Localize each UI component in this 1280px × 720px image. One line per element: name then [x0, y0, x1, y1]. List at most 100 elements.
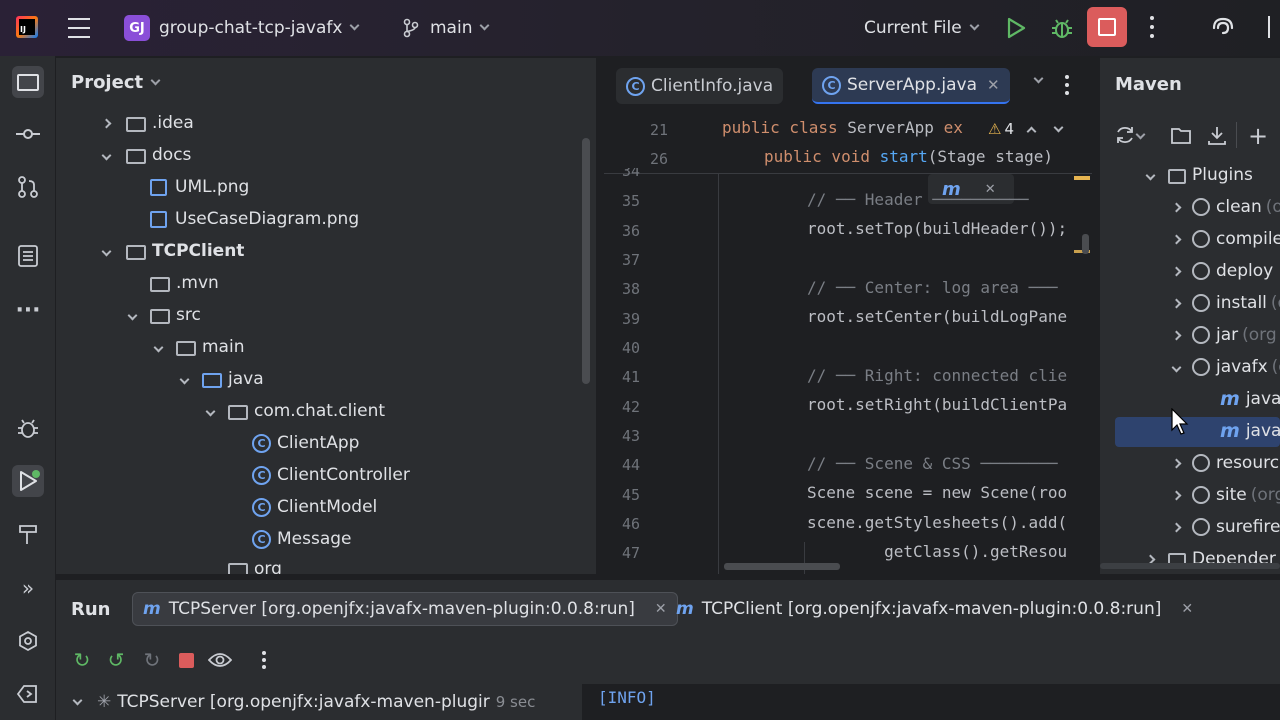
maven-item-jar[interactable]: jar (org	[1168, 319, 1277, 351]
tree-item-message[interactable]: C Message	[252, 523, 352, 555]
project-avatar: GJ	[124, 15, 150, 41]
chevron-down-icon	[98, 235, 114, 267]
tree-item-idea[interactable]: .idea	[98, 107, 194, 139]
structure-icon[interactable]	[12, 240, 44, 272]
close-icon[interactable]: ✕	[655, 601, 667, 617]
maven-item-javafx[interactable]: javafx (o	[1168, 351, 1280, 383]
tree-item-mvn[interactable]: .mvn	[150, 267, 219, 299]
code-line[interactable]: Scene scene = new Scene(roo	[807, 483, 1092, 502]
maven-goal-javafx-1[interactable]: m javaf	[1220, 383, 1280, 415]
project-selector[interactable]: GJ group-chat-tcp-javafx	[124, 0, 360, 56]
tree-item-clientmodel[interactable]: C ClientModel	[252, 491, 377, 523]
close-icon[interactable]: ✕	[987, 76, 1000, 94]
run-more-icon[interactable]	[252, 651, 276, 669]
code-line[interactable]: root.setRight(buildClientPa	[807, 395, 1092, 414]
tree-item-tcpclient[interactable]: TCPClient	[98, 235, 244, 267]
maven-item-dependencies[interactable]: Depender	[1142, 543, 1276, 575]
code-line[interactable]: scene.getStylesheets().add(	[807, 513, 1092, 532]
stop-button[interactable]	[1087, 7, 1127, 47]
horizontal-scrollbar[interactable]	[1100, 563, 1280, 569]
chevron-down-icon[interactable]	[1053, 122, 1064, 132]
editor-more-icon[interactable]	[1064, 75, 1070, 95]
code-line[interactable]: // ── Scene & CSS ────────	[807, 454, 1092, 473]
scroll-marker-warning[interactable]	[1074, 176, 1090, 180]
commit-icon[interactable]	[12, 118, 44, 150]
maven-item-clean[interactable]: clean (o	[1168, 191, 1280, 223]
maven-item-deploy[interactable]: deploy	[1168, 255, 1273, 287]
expand-tools-icon[interactable]: »	[12, 572, 44, 604]
run-tree-item[interactable]: ✳ TCPServer [org.openjfx:javafx-maven-pl…	[72, 692, 535, 712]
tree-item-package[interactable]: com.chat.client	[202, 395, 385, 427]
chevron-down-icon[interactable]	[1135, 129, 1146, 140]
project-panel: Project .idea docs UML.png UseCaseDiagra…	[56, 58, 596, 574]
tree-item-org[interactable]: org	[228, 555, 282, 574]
chevron-right-icon	[1168, 255, 1184, 287]
maven-item-install[interactable]: install (o	[1168, 287, 1280, 319]
ai-assistant-icon[interactable]	[1210, 15, 1236, 41]
view-icon[interactable]	[208, 648, 232, 672]
more-tools-icon[interactable]: ···	[12, 294, 44, 326]
console-output[interactable]: [INFO]	[583, 684, 1280, 720]
debug-icon[interactable]	[1050, 16, 1074, 40]
editor-horizontal-scrollbar[interactable]	[724, 563, 840, 570]
build-icon[interactable]	[12, 518, 44, 550]
tab-serverapp[interactable]: C ServerApp.java ✕	[812, 68, 1010, 104]
run-tab-tcpserver[interactable]: m TCPServer [org.openjfx:javafx-maven-pl…	[132, 592, 678, 626]
tree-item-clientapp[interactable]: C ClientApp	[252, 427, 359, 459]
close-icon[interactable]: ✕	[1181, 601, 1193, 617]
more-actions-icon[interactable]	[1146, 16, 1158, 38]
maven-goal-javafx-2[interactable]: m javaf	[1220, 415, 1280, 447]
maven-item-surefire[interactable]: surefire	[1168, 511, 1280, 543]
maven-item-site[interactable]: site (org	[1168, 479, 1280, 511]
tree-item-label: javaf	[1245, 389, 1280, 409]
window-control[interactable]	[1268, 16, 1280, 38]
inspection-widget[interactable]: ⚠ 4	[988, 114, 1092, 144]
tab-list-chevron-icon[interactable]	[1033, 73, 1044, 84]
services-icon[interactable]	[12, 625, 44, 657]
code-line[interactable]: // ── Header ──────────	[807, 190, 1092, 209]
main-menu-icon[interactable]	[68, 18, 90, 38]
code-line[interactable]: root.setCenter(buildLogPane	[807, 307, 1092, 326]
run-tool-icon[interactable]	[12, 465, 44, 497]
maven-item-compile[interactable]: compile	[1168, 223, 1280, 255]
chevron-up-icon[interactable]	[1026, 126, 1037, 137]
generate-sources-icon[interactable]	[1170, 124, 1192, 146]
rerun-failed-icon[interactable]: ↺	[104, 648, 128, 672]
code-line[interactable]: root.setTop(buildHeader());	[807, 219, 1092, 238]
vertical-scrollbar[interactable]	[582, 138, 590, 384]
tree-item-clientcontroller[interactable]: C ClientController	[252, 459, 410, 491]
maven-item-resources[interactable]: resourc	[1168, 447, 1279, 479]
restart-icon[interactable]: ↻	[140, 648, 164, 672]
tab-clientinfo[interactable]: C ClientInfo.java	[616, 68, 784, 104]
app-logo-icon[interactable]: IJ	[16, 16, 38, 38]
stop-icon[interactable]	[174, 648, 198, 672]
source-folder-icon	[202, 372, 222, 388]
add-icon[interactable]: +	[1248, 122, 1268, 150]
editor-vertical-scrollbar[interactable]	[1082, 234, 1089, 254]
project-folder-icon[interactable]	[12, 66, 44, 98]
tree-item-docs[interactable]: docs	[98, 139, 191, 171]
tree-item-uml-png[interactable]: UML.png	[150, 171, 249, 203]
maven-item-plugins[interactable]: Plugins	[1142, 159, 1253, 191]
tree-item-java[interactable]: java	[176, 363, 264, 395]
code-line[interactable]: getClass().getResou	[807, 542, 1092, 561]
branch-selector[interactable]: main	[402, 0, 490, 56]
run-icon[interactable]	[1006, 17, 1026, 39]
maven-goal-icon: m	[1220, 420, 1240, 442]
folder-icon	[126, 148, 146, 164]
download-icon[interactable]	[1206, 124, 1228, 146]
terminal-icon[interactable]	[12, 678, 44, 710]
pull-requests-icon[interactable]	[12, 171, 44, 203]
code-line[interactable]: // ── Right: connected clie	[807, 366, 1092, 385]
tree-item-label: ClientController	[277, 465, 410, 485]
reload-icon[interactable]	[1114, 124, 1136, 146]
project-panel-header[interactable]: Project	[71, 72, 161, 93]
run-tab-tcpclient[interactable]: m TCPClient [org.openjfx:javafx-maven-pl…	[666, 592, 1203, 626]
tree-item-usecase-png[interactable]: UseCaseDiagram.png	[150, 203, 359, 235]
debug-tool-icon[interactable]	[12, 412, 44, 444]
rerun-icon[interactable]: ↻	[70, 648, 94, 672]
code-line[interactable]: // ── Center: log area ───	[807, 278, 1092, 297]
tree-item-src[interactable]: src	[124, 299, 201, 331]
tree-item-main[interactable]: main	[150, 331, 244, 363]
run-config-selector[interactable]: Current File	[864, 0, 980, 56]
